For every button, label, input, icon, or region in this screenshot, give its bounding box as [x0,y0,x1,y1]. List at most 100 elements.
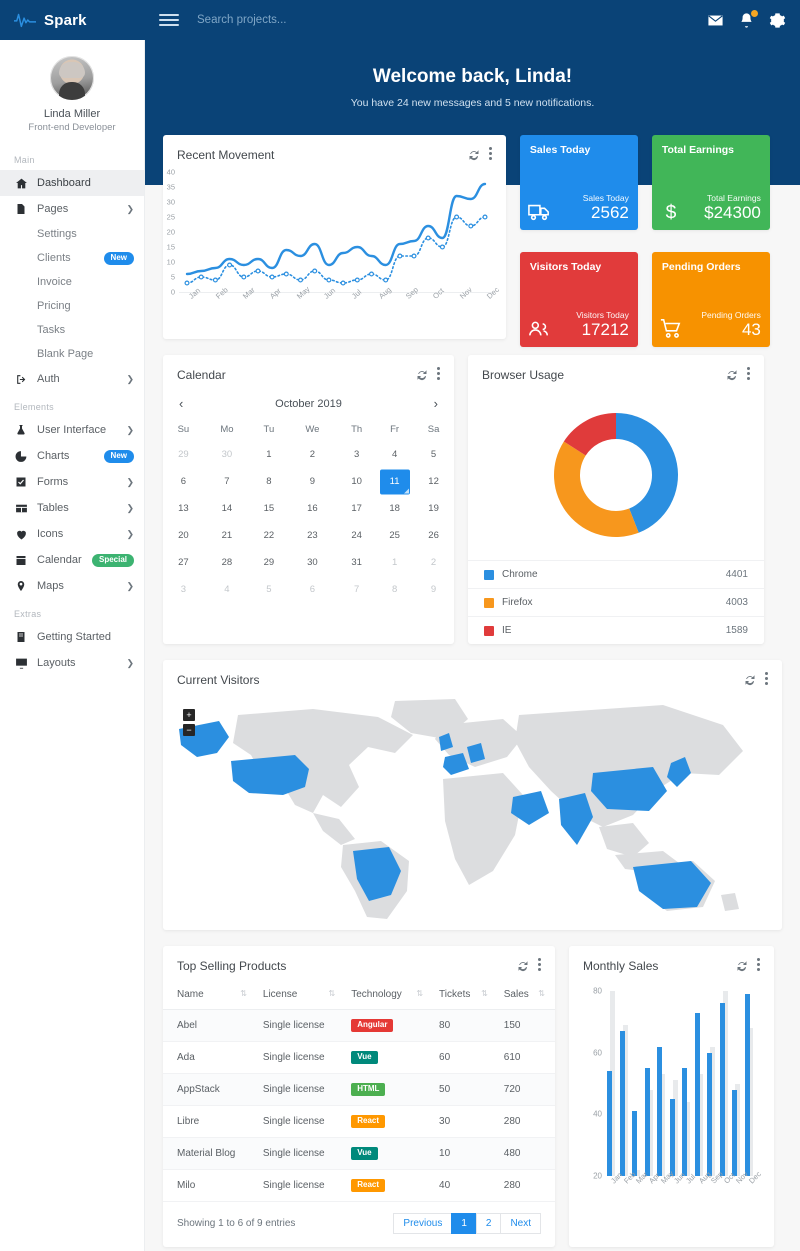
sidebar-toggle-button[interactable] [159,11,179,29]
calendar-day[interactable]: 1 [250,441,288,468]
calendar-day[interactable]: 2 [288,441,337,468]
table-row[interactable]: Milo Single license React 40 280 [163,1169,555,1202]
calendar-day[interactable]: 29 [250,549,288,576]
calendar-day[interactable]: 4 [376,441,413,468]
sidebar-subitem-clients[interactable]: Clients New [0,246,144,270]
calendar-day[interactable]: 30 [288,549,337,576]
calendar-day[interactable]: 29 [163,441,204,468]
sidebar-subitem-settings[interactable]: Settings [0,222,144,246]
table-row[interactable]: Ada Single license Vue 60 610 [163,1041,555,1074]
calendar-day[interactable]: 20 [163,522,204,549]
calendar-day[interactable]: 31 [337,549,376,576]
table-column-header[interactable]: License ⇅ [256,981,346,1010]
table-column-header[interactable]: Tickets ⇅ [433,981,498,1010]
calendar-day[interactable]: 8 [250,468,288,495]
pagination-button[interactable]: Next [500,1213,541,1234]
stat-card-pending-orders[interactable]: Pending Orders Pending Orders 43 [651,252,770,347]
calendar-day[interactable]: 4 [204,576,250,603]
pagination-button[interactable]: 1 [451,1213,477,1234]
stat-card-total-earnings[interactable]: Total Earnings $ Total Earnings $24300 [651,135,770,230]
sidebar-item-getting-started[interactable]: Getting Started [0,624,144,650]
calendar-day[interactable]: 18 [376,495,413,522]
calendar-day[interactable]: 9 [288,468,337,495]
refresh-icon[interactable] [726,369,738,381]
pagination-button[interactable]: Previous [393,1213,453,1234]
calendar-day[interactable]: 9 [413,576,454,603]
calendar-day[interactable]: 3 [163,576,204,603]
sidebar-item-tables[interactable]: Tables ❯ [0,495,144,521]
table-row[interactable]: Libre Single license React 30 280 [163,1105,555,1138]
refresh-icon[interactable] [517,960,529,972]
refresh-icon[interactable] [468,149,480,161]
bell-icon[interactable] [738,9,758,29]
sidebar-item-charts[interactable]: Charts New [0,443,144,469]
calendar-day[interactable]: 27 [163,549,204,576]
calendar-next-button[interactable]: › [422,396,438,411]
gear-icon[interactable] [769,12,786,29]
stat-card-visitors-today[interactable]: Visitors Today Visitors Today 17212 [519,252,638,347]
sidebar-subitem-pricing[interactable]: Pricing [0,294,144,318]
calendar-day[interactable]: 26 [413,522,454,549]
more-options-icon[interactable] [437,367,440,382]
sidebar-subitem-blank-page[interactable]: Blank Page [0,342,144,366]
more-options-icon[interactable] [747,367,750,382]
calendar-day[interactable]: 6 [163,468,204,495]
stat-card-sales-today[interactable]: Sales Today Sales Today 2562 [519,135,638,230]
refresh-icon[interactable] [416,369,428,381]
pagination-button[interactable]: 2 [475,1213,502,1234]
sidebar-item-icons[interactable]: Icons ❯ [0,521,144,547]
more-options-icon[interactable] [538,958,541,973]
refresh-icon[interactable] [744,674,756,686]
calendar-day[interactable]: 21 [204,522,250,549]
calendar-day[interactable]: 24 [337,522,376,549]
world-map[interactable]: + − [163,695,782,920]
table-row[interactable]: Material Blog Single license Vue 10 480 [163,1137,555,1170]
calendar-day[interactable]: 5 [250,576,288,603]
sidebar-item-layouts[interactable]: Layouts ❯ [0,650,144,676]
calendar-day[interactable]: 5 [413,441,454,468]
calendar-day[interactable]: 7 [337,576,376,603]
sidebar-item-user-interface[interactable]: User Interface ❯ [0,417,144,443]
calendar-day[interactable]: 19 [413,495,454,522]
sidebar-item-calendar[interactable]: Calendar Special [0,547,144,573]
table-column-header[interactable]: Technology ⇅ [345,981,434,1010]
table-column-header[interactable]: Sales ⇅ [497,981,555,1010]
calendar-prev-button[interactable]: ‹ [179,396,195,411]
table-column-header[interactable]: Name ⇅ [163,981,257,1010]
sidebar-item-forms[interactable]: Forms ❯ [0,469,144,495]
calendar-day[interactable]: 16 [288,495,337,522]
calendar-day[interactable]: 8 [376,576,413,603]
more-options-icon[interactable] [488,147,492,162]
sidebar-item-maps[interactable]: Maps ❯ [0,573,144,599]
sidebar-item-auth[interactable]: Auth ❯ [0,366,144,392]
calendar-day[interactable]: 11 [376,468,413,495]
brand[interactable]: Spark [0,0,145,40]
table-row[interactable]: Abel Single license Angular 80 150 [163,1009,555,1042]
refresh-icon[interactable] [736,960,748,972]
table-row[interactable]: AppStack Single license HTML 50 720 [163,1073,555,1106]
calendar-day[interactable]: 23 [288,522,337,549]
calendar-day[interactable]: 10 [337,468,376,495]
calendar-day[interactable]: 17 [337,495,376,522]
sidebar-subitem-tasks[interactable]: Tasks [0,318,144,342]
calendar-day[interactable]: 25 [376,522,413,549]
sidebar-item-dashboard[interactable]: Dashboard [0,170,144,196]
map-zoom-out-button[interactable]: − [183,724,195,736]
calendar-day[interactable]: 3 [337,441,376,468]
map-zoom-in-button[interactable]: + [183,709,195,721]
sidebar-item-pages[interactable]: Pages ❯ [0,196,144,222]
calendar-day[interactable]: 7 [204,468,250,495]
more-options-icon[interactable] [765,672,768,687]
search-input[interactable] [197,14,417,26]
calendar-day[interactable]: 13 [163,495,204,522]
calendar-day[interactable]: 14 [204,495,250,522]
more-options-icon[interactable] [757,958,760,973]
calendar-day[interactable]: 12 [413,468,454,495]
mail-icon[interactable] [707,12,724,29]
calendar-day[interactable]: 15 [250,495,288,522]
calendar-day[interactable]: 22 [250,522,288,549]
sidebar-subitem-invoice[interactable]: Invoice [0,270,144,294]
calendar-day[interactable]: 2 [413,549,454,576]
calendar-day[interactable]: 6 [288,576,337,603]
map-region-highlight[interactable] [231,755,309,795]
